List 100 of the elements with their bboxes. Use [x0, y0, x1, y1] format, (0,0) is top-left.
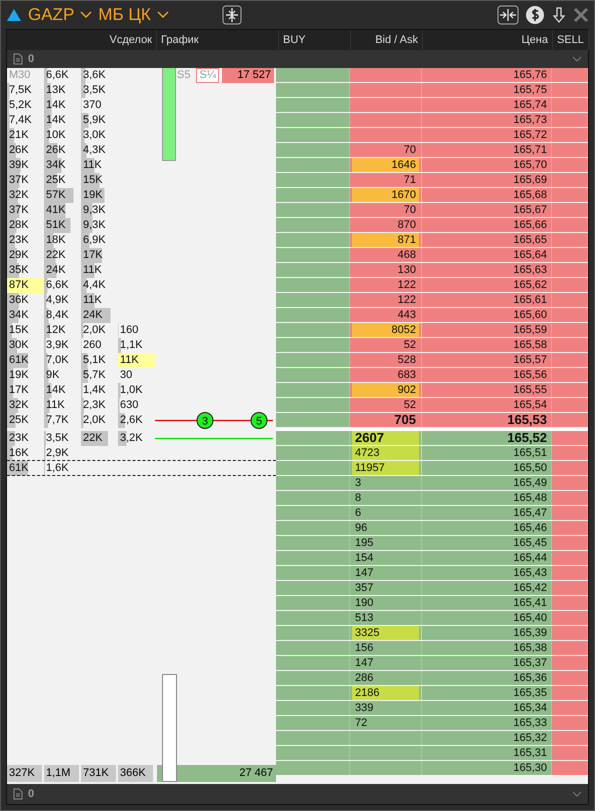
bid-ask-cell[interactable] — [350, 746, 422, 760]
bid-ask-cell[interactable]: 870 — [350, 218, 422, 232]
price-cell[interactable]: 165,45 — [422, 536, 552, 550]
sell-cell[interactable] — [552, 731, 588, 745]
bid-ask-cell[interactable]: 4723 — [350, 446, 422, 460]
board-label[interactable]: МБ ЦК — [98, 5, 151, 25]
buy-cell[interactable] — [276, 113, 350, 127]
buy-cell[interactable] — [276, 641, 350, 655]
bid-ask-cell[interactable]: 130 — [350, 263, 422, 277]
price-cell[interactable]: 165,43 — [422, 566, 552, 580]
price-cell[interactable]: 165,41 — [422, 596, 552, 610]
price-cell[interactable]: 165,74 — [422, 98, 552, 112]
buy-cell[interactable] — [276, 476, 350, 490]
price-cell[interactable]: 165,64 — [422, 248, 552, 262]
sell-cell[interactable] — [552, 248, 588, 262]
buy-cell[interactable] — [276, 128, 350, 142]
buy-cell[interactable] — [276, 353, 350, 367]
price-cell[interactable]: 165,59 — [422, 323, 552, 337]
bid-ask-cell[interactable] — [350, 83, 422, 97]
sell-cell[interactable] — [552, 611, 588, 625]
buy-cell[interactable] — [276, 611, 350, 625]
buy-cell[interactable] — [276, 158, 350, 172]
dollar-icon[interactable] — [525, 5, 545, 25]
sell-cell[interactable] — [552, 461, 588, 475]
sell-cell[interactable] — [552, 521, 588, 535]
bid-ask-cell[interactable]: 70 — [350, 143, 422, 157]
bid-ask-cell[interactable]: 52 — [350, 338, 422, 352]
sell-cell[interactable] — [552, 113, 588, 127]
sell-cell[interactable] — [552, 233, 588, 247]
buy-cell[interactable] — [276, 383, 350, 397]
sell-cell[interactable] — [552, 701, 588, 715]
price-cell[interactable]: 165,68 — [422, 188, 552, 202]
price-cell[interactable]: 165,69 — [422, 173, 552, 187]
buy-cell[interactable] — [276, 368, 350, 382]
chevron-down-icon[interactable] — [572, 56, 582, 62]
sell-cell[interactable] — [552, 671, 588, 685]
sell-cell[interactable] — [552, 383, 588, 397]
bid-ask-cell[interactable]: 11957 — [350, 461, 422, 475]
sell-cell[interactable] — [552, 761, 588, 775]
sell-cell[interactable] — [552, 626, 588, 640]
buy-cell[interactable] — [276, 491, 350, 505]
buy-cell[interactable] — [276, 761, 350, 775]
bid-ask-cell[interactable]: 70 — [350, 203, 422, 217]
sell-cell[interactable] — [552, 566, 588, 580]
bid-ask-cell[interactable]: 3325 — [350, 626, 422, 640]
price-cell[interactable]: 165,75 — [422, 83, 552, 97]
buy-cell[interactable] — [276, 413, 350, 427]
bid-ask-cell[interactable]: 195 — [350, 536, 422, 550]
sell-cell[interactable] — [552, 83, 588, 97]
sell-cell[interactable] — [552, 476, 588, 490]
price-cell[interactable]: 165,44 — [422, 551, 552, 565]
buy-cell[interactable] — [276, 746, 350, 760]
buy-cell[interactable] — [276, 461, 350, 475]
buy-cell[interactable] — [276, 173, 350, 187]
bid-ask-cell[interactable]: 71 — [350, 173, 422, 187]
bid-ask-cell[interactable] — [350, 761, 422, 775]
bid-ask-cell[interactable]: 443 — [350, 308, 422, 322]
buy-cell[interactable] — [276, 218, 350, 232]
bid-ask-cell[interactable]: 154 — [350, 551, 422, 565]
bid-ask-cell[interactable] — [350, 113, 422, 127]
sell-cell[interactable] — [552, 506, 588, 520]
sell-cell[interactable] — [552, 746, 588, 760]
price-cell[interactable]: 165,36 — [422, 671, 552, 685]
bid-ask-cell[interactable]: 3 — [350, 476, 422, 490]
bid-ask-cell[interactable]: 122 — [350, 278, 422, 292]
buy-cell[interactable] — [276, 701, 350, 715]
bid-ask-cell[interactable] — [350, 731, 422, 745]
bid-ask-cell[interactable]: 147 — [350, 566, 422, 580]
sell-cell[interactable] — [552, 596, 588, 610]
bid-ask-cell[interactable]: 2186 — [350, 686, 422, 700]
buy-cell[interactable] — [276, 68, 350, 82]
order-marker[interactable]: 3 — [196, 412, 214, 429]
price-cell[interactable]: 165,51 — [422, 446, 552, 460]
symbol-label[interactable]: GAZP — [28, 5, 74, 25]
buy-cell[interactable] — [276, 398, 350, 412]
bid-ask-cell[interactable]: 339 — [350, 701, 422, 715]
chevron-down-icon[interactable] — [80, 11, 92, 19]
buy-cell[interactable] — [276, 686, 350, 700]
price-cell[interactable]: 165,61 — [422, 293, 552, 307]
sell-cell[interactable] — [552, 581, 588, 595]
bid-ask-cell[interactable]: 513 — [350, 611, 422, 625]
bid-ask-cell[interactable]: 122 — [350, 293, 422, 307]
sell-cell[interactable] — [552, 173, 588, 187]
bid-ask-cell[interactable]: 96 — [350, 521, 422, 535]
price-cell[interactable]: 165,67 — [422, 203, 552, 217]
price-cell[interactable]: 165,66 — [422, 218, 552, 232]
price-cell[interactable]: 165,37 — [422, 656, 552, 670]
buy-cell[interactable] — [276, 98, 350, 112]
sell-cell[interactable] — [552, 491, 588, 505]
buy-cell[interactable] — [276, 446, 350, 460]
buy-cell[interactable] — [276, 338, 350, 352]
price-cell[interactable]: 165,65 — [422, 233, 552, 247]
price-cell[interactable]: 165,32 — [422, 731, 552, 745]
sell-cell[interactable] — [552, 218, 588, 232]
price-cell[interactable]: 165,39 — [422, 626, 552, 640]
bid-ask-cell[interactable]: 286 — [350, 671, 422, 685]
price-cell[interactable]: 165,47 — [422, 506, 552, 520]
buy-cell[interactable] — [276, 431, 350, 445]
sell-cell[interactable] — [552, 716, 588, 730]
buy-cell[interactable] — [276, 656, 350, 670]
